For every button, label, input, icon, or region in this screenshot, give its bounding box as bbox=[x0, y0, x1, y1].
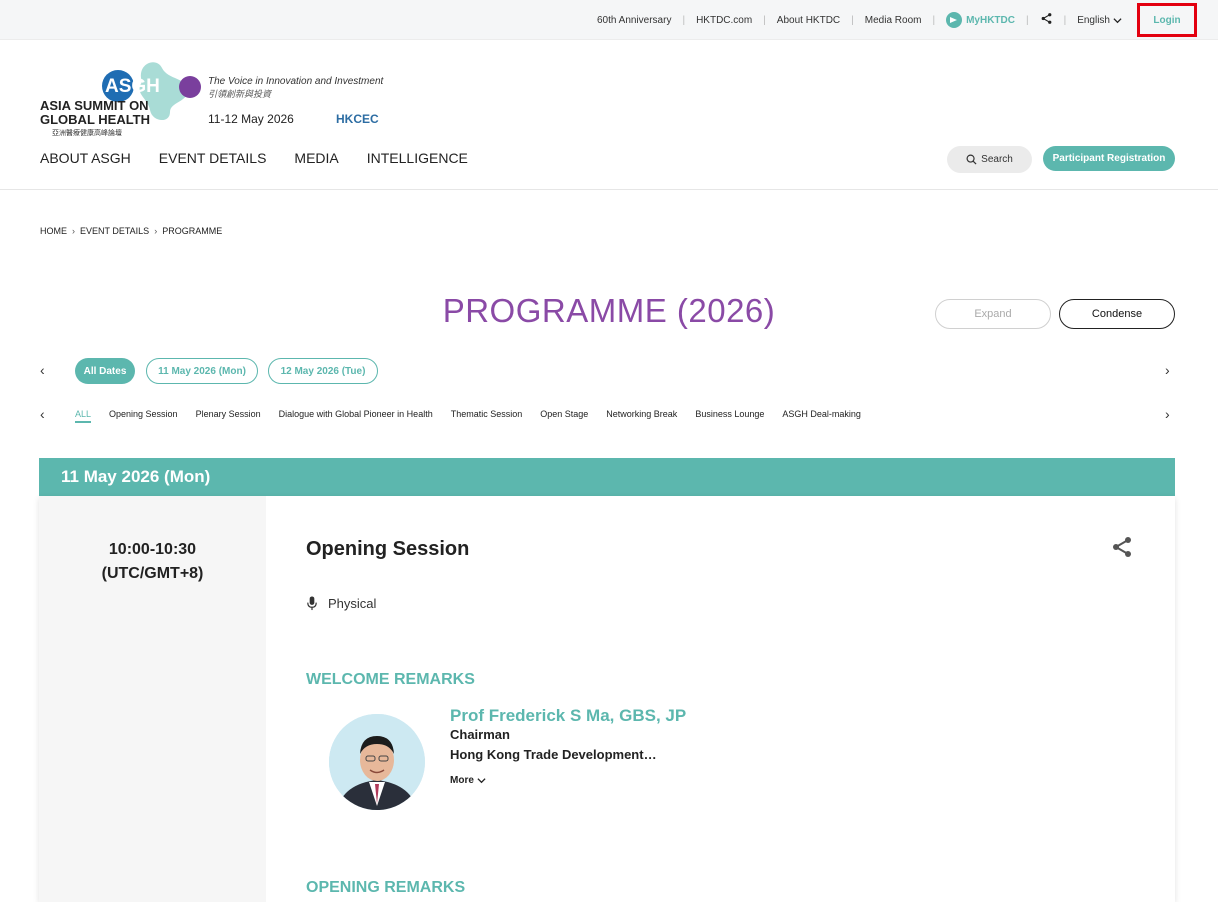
session-format-label: Physical bbox=[328, 596, 377, 611]
speaker-more-button[interactable]: More bbox=[450, 775, 486, 786]
tagline: The Voice in Innovation and Investment bbox=[208, 76, 384, 87]
search-label: Search bbox=[981, 154, 1013, 165]
utility-links: 60th Anniversary | HKTDC.com | About HKT… bbox=[586, 0, 1218, 40]
link-about-hktdc[interactable]: About HKTDC bbox=[766, 15, 851, 26]
category-prev-button[interactable]: ‹ bbox=[40, 406, 45, 422]
session-time: 10:00-10:30 (UTC/GMT+8) bbox=[39, 538, 266, 586]
date-filter-prev-button[interactable]: ‹ bbox=[40, 362, 45, 378]
session-time-column: 10:00-10:30 (UTC/GMT+8) bbox=[39, 496, 266, 902]
category-tab-plenary-session[interactable]: Plenary Session bbox=[196, 409, 261, 423]
logo-mark-text: ASGH bbox=[105, 76, 160, 97]
search-icon bbox=[966, 154, 977, 165]
breadcrumb: HOME › EVENT DETAILS › PROGRAMME bbox=[40, 226, 222, 236]
nav-media[interactable]: MEDIA bbox=[294, 150, 338, 166]
nav-about-asgh[interactable]: ABOUT ASGH bbox=[40, 150, 131, 166]
microphone-icon bbox=[307, 596, 317, 611]
site-header: ASGH ASIA SUMMIT ON GLOBAL HEALTH 亞洲醫療健康… bbox=[0, 40, 1218, 190]
tagline-zh: 引領創新與投資 bbox=[208, 89, 272, 99]
speaker-role: Chairman bbox=[450, 727, 510, 742]
asgh-logo[interactable]: ASGH ASIA SUMMIT ON GLOBAL HEALTH 亞洲醫療健康… bbox=[38, 54, 208, 140]
category-next-button[interactable]: › bbox=[1165, 406, 1170, 422]
day-header: 11 May 2026 (Mon) bbox=[39, 458, 1175, 496]
opening-remarks-heading: OPENING REMARKS bbox=[306, 879, 466, 896]
category-tabs: ALL Opening Session Plenary Session Dial… bbox=[75, 409, 879, 423]
category-tab-opening-session[interactable]: Opening Session bbox=[109, 409, 178, 423]
chevron-right-icon: › bbox=[72, 226, 75, 236]
breadcrumb-programme: PROGRAMME bbox=[162, 226, 223, 236]
link-hktdc-com[interactable]: HKTDC.com bbox=[685, 15, 763, 26]
session-time-range: 10:00-10:30 bbox=[108, 541, 197, 558]
chevron-right-icon: › bbox=[154, 226, 158, 236]
date-filter-next-button[interactable]: › bbox=[1165, 362, 1170, 378]
link-60th-anniversary[interactable]: 60th Anniversary bbox=[586, 15, 683, 26]
share-button[interactable] bbox=[1029, 12, 1064, 28]
category-tab-all[interactable]: ALL bbox=[75, 409, 92, 423]
date-filter-all[interactable]: All Dates bbox=[75, 358, 135, 384]
category-tab-networking-break[interactable]: Networking Break bbox=[606, 409, 677, 423]
session-format: Physical bbox=[306, 596, 376, 611]
share-icon bbox=[1041, 13, 1051, 24]
expand-button[interactable]: Expand bbox=[935, 299, 1051, 329]
date-filter-11-may[interactable]: 11 May 2026 (Mon) bbox=[146, 358, 258, 384]
event-venue[interactable]: HKCEC bbox=[336, 112, 379, 126]
chevron-down-icon bbox=[1113, 17, 1122, 23]
category-tab-open-stage[interactable]: Open Stage bbox=[540, 409, 588, 423]
participant-registration-button[interactable]: Participant Registration bbox=[1043, 146, 1175, 171]
breadcrumb-event-details[interactable]: EVENT DETAILS bbox=[80, 226, 149, 236]
session-card: 10:00-10:30 (UTC/GMT+8) Opening Session … bbox=[39, 496, 1175, 902]
session-timezone: (UTC/GMT+8) bbox=[101, 565, 204, 582]
speaker-avatar[interactable] bbox=[329, 714, 425, 810]
session-title: Opening Session bbox=[306, 538, 470, 560]
welcome-remarks-heading: WELCOME REMARKS bbox=[306, 671, 475, 688]
search-button[interactable]: Search bbox=[947, 146, 1032, 173]
logo-title-line1: ASIA SUMMIT ON bbox=[40, 98, 149, 113]
language-selector[interactable]: English bbox=[1066, 15, 1133, 26]
category-tab-deal-making[interactable]: ASGH Deal-making bbox=[782, 409, 861, 423]
main-nav: ABOUT ASGH EVENT DETAILS MEDIA INTELLIGE… bbox=[40, 150, 496, 166]
speaker-name[interactable]: Prof Frederick S Ma, GBS, JP bbox=[450, 706, 686, 726]
logo-title-line2: GLOBAL HEALTH bbox=[40, 112, 150, 127]
nav-intelligence[interactable]: INTELLIGENCE bbox=[367, 150, 468, 166]
my-hktdc-link[interactable]: MyHKTDC bbox=[935, 12, 1026, 28]
arrow-circle-icon bbox=[946, 12, 963, 28]
category-tab-thematic-session[interactable]: Thematic Session bbox=[451, 409, 523, 423]
speaker-photo bbox=[329, 714, 425, 810]
event-dates: 11-12 May 2026 bbox=[208, 112, 294, 126]
login-button[interactable]: Login bbox=[1137, 3, 1197, 37]
category-tab-business-lounge[interactable]: Business Lounge bbox=[695, 409, 764, 423]
condense-button[interactable]: Condense bbox=[1059, 299, 1175, 329]
session-share-icon[interactable] bbox=[1110, 535, 1134, 559]
speaker-more-label: More bbox=[450, 775, 474, 786]
my-hktdc-label: MyHKTDC bbox=[966, 14, 1015, 26]
breadcrumb-home[interactable]: HOME bbox=[40, 226, 67, 236]
logo-subtitle-zh: 亞洲醫療健康高峰論壇 bbox=[52, 128, 122, 137]
category-tab-dialogue[interactable]: Dialogue with Global Pioneer in Health bbox=[279, 409, 433, 423]
date-filter-12-may[interactable]: 12 May 2026 (Tue) bbox=[268, 358, 378, 384]
chevron-down-icon bbox=[477, 778, 486, 784]
utility-bar: 60th Anniversary | HKTDC.com | About HKT… bbox=[0, 0, 1218, 40]
speaker-organization: Hong Kong Trade Development… bbox=[450, 747, 657, 762]
nav-event-details[interactable]: EVENT DETAILS bbox=[159, 150, 267, 166]
language-label: English bbox=[1077, 14, 1110, 26]
link-media-room[interactable]: Media Room bbox=[854, 15, 933, 26]
